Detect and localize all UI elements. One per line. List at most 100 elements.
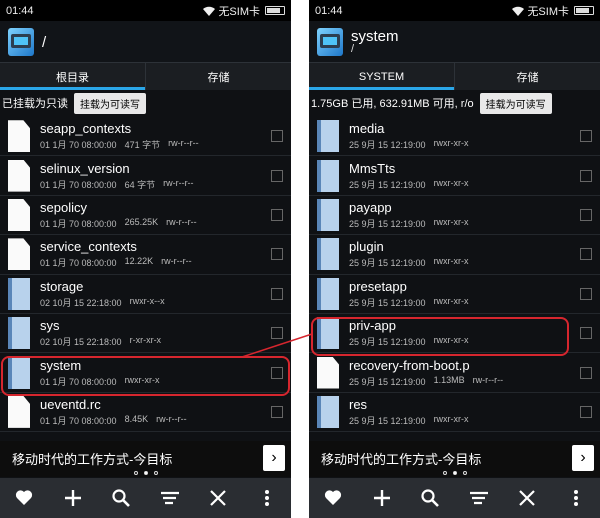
file-row-payapp[interactable]: payapp 25 9月 15 12:19:00 rwxr-xr-x [309, 196, 600, 236]
mount-rw-button[interactable]: 挂载为可读写 [479, 92, 552, 114]
file-size: 1.13MB [433, 374, 465, 385]
plus-icon [373, 490, 390, 506]
app-logo-icon[interactable] [8, 27, 34, 56]
ad-arrow-button[interactable]: › [572, 445, 594, 471]
file-permissions: rwxr-xr-x [433, 413, 469, 424]
file-row-media[interactable]: media 25 9月 15 12:19:00 rwxr-xr-x [309, 117, 600, 157]
ad-banner[interactable]: 移动时代的工作方式-今目标 › [0, 441, 291, 477]
pager-dot-active [452, 471, 457, 475]
ad-banner[interactable]: 移动时代的工作方式-今目标 › [309, 441, 600, 477]
favorites-button[interactable] [11, 485, 37, 511]
file-permissions: rw-r--r-- [168, 138, 199, 149]
file-date: 25 9月 15 12:19:00 [349, 258, 426, 269]
tab-system[interactable]: SYSTEM [309, 63, 454, 90]
file-permissions: rwxr-xr-x [433, 177, 469, 188]
more-button[interactable] [563, 485, 589, 511]
sort-button[interactable] [157, 485, 183, 511]
select-checkbox[interactable] [580, 405, 592, 418]
ad-arrow-button[interactable]: › [263, 445, 285, 471]
file-row-recovery-from-boot-p[interactable]: recovery-from-boot.p 25 9月 15 12:19:00 1.1… [309, 353, 600, 393]
file-permissions: rwxr-x--x [129, 295, 165, 306]
file-permissions: rw-r--r-- [472, 374, 504, 385]
ad-text[interactable]: 移动时代的工作方式-今目标 [321, 449, 481, 468]
file-date: 01 1月 70 08:00:00 [40, 140, 117, 151]
file-permissions: rwxr-xr-x [433, 335, 469, 346]
sort-button[interactable] [466, 485, 492, 511]
close-button[interactable] [205, 485, 231, 511]
file-icon [8, 159, 30, 192]
select-checkbox[interactable] [271, 169, 283, 182]
bottom-toolbar [0, 478, 291, 518]
select-checkbox[interactable] [580, 366, 592, 379]
file-name: plugin [349, 239, 384, 255]
battery-icon [574, 6, 594, 15]
file-name: ueventd.rc [40, 396, 101, 412]
more-icon [573, 490, 578, 506]
file-row-ueventd-rc[interactable]: ueventd.rc 01 1月 70 08:00:00 8.45K rw-r--r-… [0, 393, 291, 433]
close-button[interactable] [514, 485, 540, 511]
heart-icon [325, 490, 342, 505]
tab-storage[interactable]: 存储 [454, 63, 600, 90]
select-checkbox[interactable] [271, 405, 283, 418]
tab-root[interactable]: 根目录 [0, 63, 145, 90]
app-logo-icon[interactable] [317, 27, 343, 56]
select-checkbox[interactable] [271, 287, 283, 300]
folder-icon [8, 317, 30, 350]
file-meta: 01 1月 70 08:00:00 rwxr-xr-x [40, 375, 271, 388]
file-date: 01 1月 70 08:00:00 [40, 376, 117, 387]
select-checkbox[interactable] [580, 287, 592, 300]
file-icon [8, 238, 30, 271]
tab-storage[interactable]: 存储 [145, 63, 291, 90]
file-row-service-contexts[interactable]: service_contexts 01 1月 70 08:00:00 12.22K r… [0, 235, 291, 275]
file-date: 25 9月 15 12:19:00 [349, 415, 426, 426]
file-row-storage[interactable]: storage 02 10月 15 22:18:00 rwxr-x--x [0, 275, 291, 314]
select-checkbox[interactable] [271, 248, 283, 261]
file-row-plugin[interactable]: plugin 25 9月 15 12:19:00 rwxr-xr-x [309, 235, 600, 275]
file-row-presetapp[interactable]: presetapp 25 9月 15 12:19:00 rwxr-xr-x [309, 275, 600, 314]
mount-info-bar: 1.75GB 已用, 632.91MB 可用, r/o 挂载为可读写 [309, 90, 600, 116]
search-icon [112, 489, 131, 507]
select-checkbox[interactable] [271, 366, 283, 379]
file-date: 01 1月 70 08:00:00 [40, 179, 117, 190]
select-checkbox[interactable] [580, 208, 592, 221]
search-button[interactable] [108, 485, 134, 511]
carrier-label: 无SIM卡 [527, 5, 569, 18]
file-name: recovery-from-boot.p [349, 357, 470, 373]
carrier-label: 无SIM卡 [218, 5, 260, 18]
select-checkbox[interactable] [271, 327, 283, 340]
file-list: media 25 9月 15 12:19:00 rwxr-xr-x MmsTts 25 … [309, 117, 600, 437]
sort-icon [160, 491, 179, 505]
select-checkbox[interactable] [580, 248, 592, 261]
search-button[interactable] [417, 485, 443, 511]
search-icon [421, 489, 440, 507]
file-name: MmsTts [349, 160, 396, 176]
add-button[interactable] [60, 485, 86, 511]
file-permissions: rwxr-xr-x [433, 216, 469, 227]
select-checkbox[interactable] [271, 130, 283, 143]
pager-dot [153, 471, 158, 475]
add-button[interactable] [369, 485, 395, 511]
select-checkbox[interactable] [580, 130, 592, 143]
status-time: 01:44 [315, 4, 343, 17]
file-date: 02 10月 15 22:18:00 [40, 337, 122, 348]
file-row-seapp-contexts[interactable]: seapp_contexts 01 1月 70 08:00:00 471 字节 rw-… [0, 117, 291, 157]
favorites-button[interactable] [320, 485, 346, 511]
file-row-mmstts[interactable]: MmsTts 25 9月 15 12:19:00 rwxr-xr-x [309, 156, 600, 196]
file-size: 265.25K [124, 216, 159, 227]
file-row-system[interactable]: system 01 1月 70 08:00:00 rwxr-xr-x [0, 353, 291, 393]
select-checkbox[interactable] [580, 169, 592, 182]
more-button[interactable] [254, 485, 280, 511]
file-row-sys[interactable]: sys 02 10月 15 22:18:00 r-xr-xr-x [0, 314, 291, 354]
file-info: sys 02 10月 15 22:18:00 r-xr-xr-x [40, 318, 271, 348]
select-checkbox[interactable] [271, 208, 283, 221]
mount-rw-button[interactable]: 挂载为可读写 [74, 92, 146, 114]
ad-text[interactable]: 移动时代的工作方式-今目标 [12, 449, 172, 468]
select-checkbox[interactable] [580, 327, 592, 340]
file-row-priv-app[interactable]: priv-app 25 9月 15 12:19:00 rwxr-xr-x [309, 314, 600, 354]
file-row-res[interactable]: res 25 9月 15 12:19:00 rwxr-xr-x [309, 393, 600, 433]
file-meta: 01 1月 70 08:00:00 265.25K rw-r--r-- [40, 217, 271, 230]
file-row-sepolicy[interactable]: sepolicy 01 1月 70 08:00:00 265.25K rw-r--r-… [0, 196, 291, 236]
wifi-icon [203, 6, 216, 16]
file-row-selinux-version[interactable]: selinux_version 01 1月 70 08:00:00 64 字节 rw-… [0, 156, 291, 196]
plus-icon [64, 490, 81, 506]
